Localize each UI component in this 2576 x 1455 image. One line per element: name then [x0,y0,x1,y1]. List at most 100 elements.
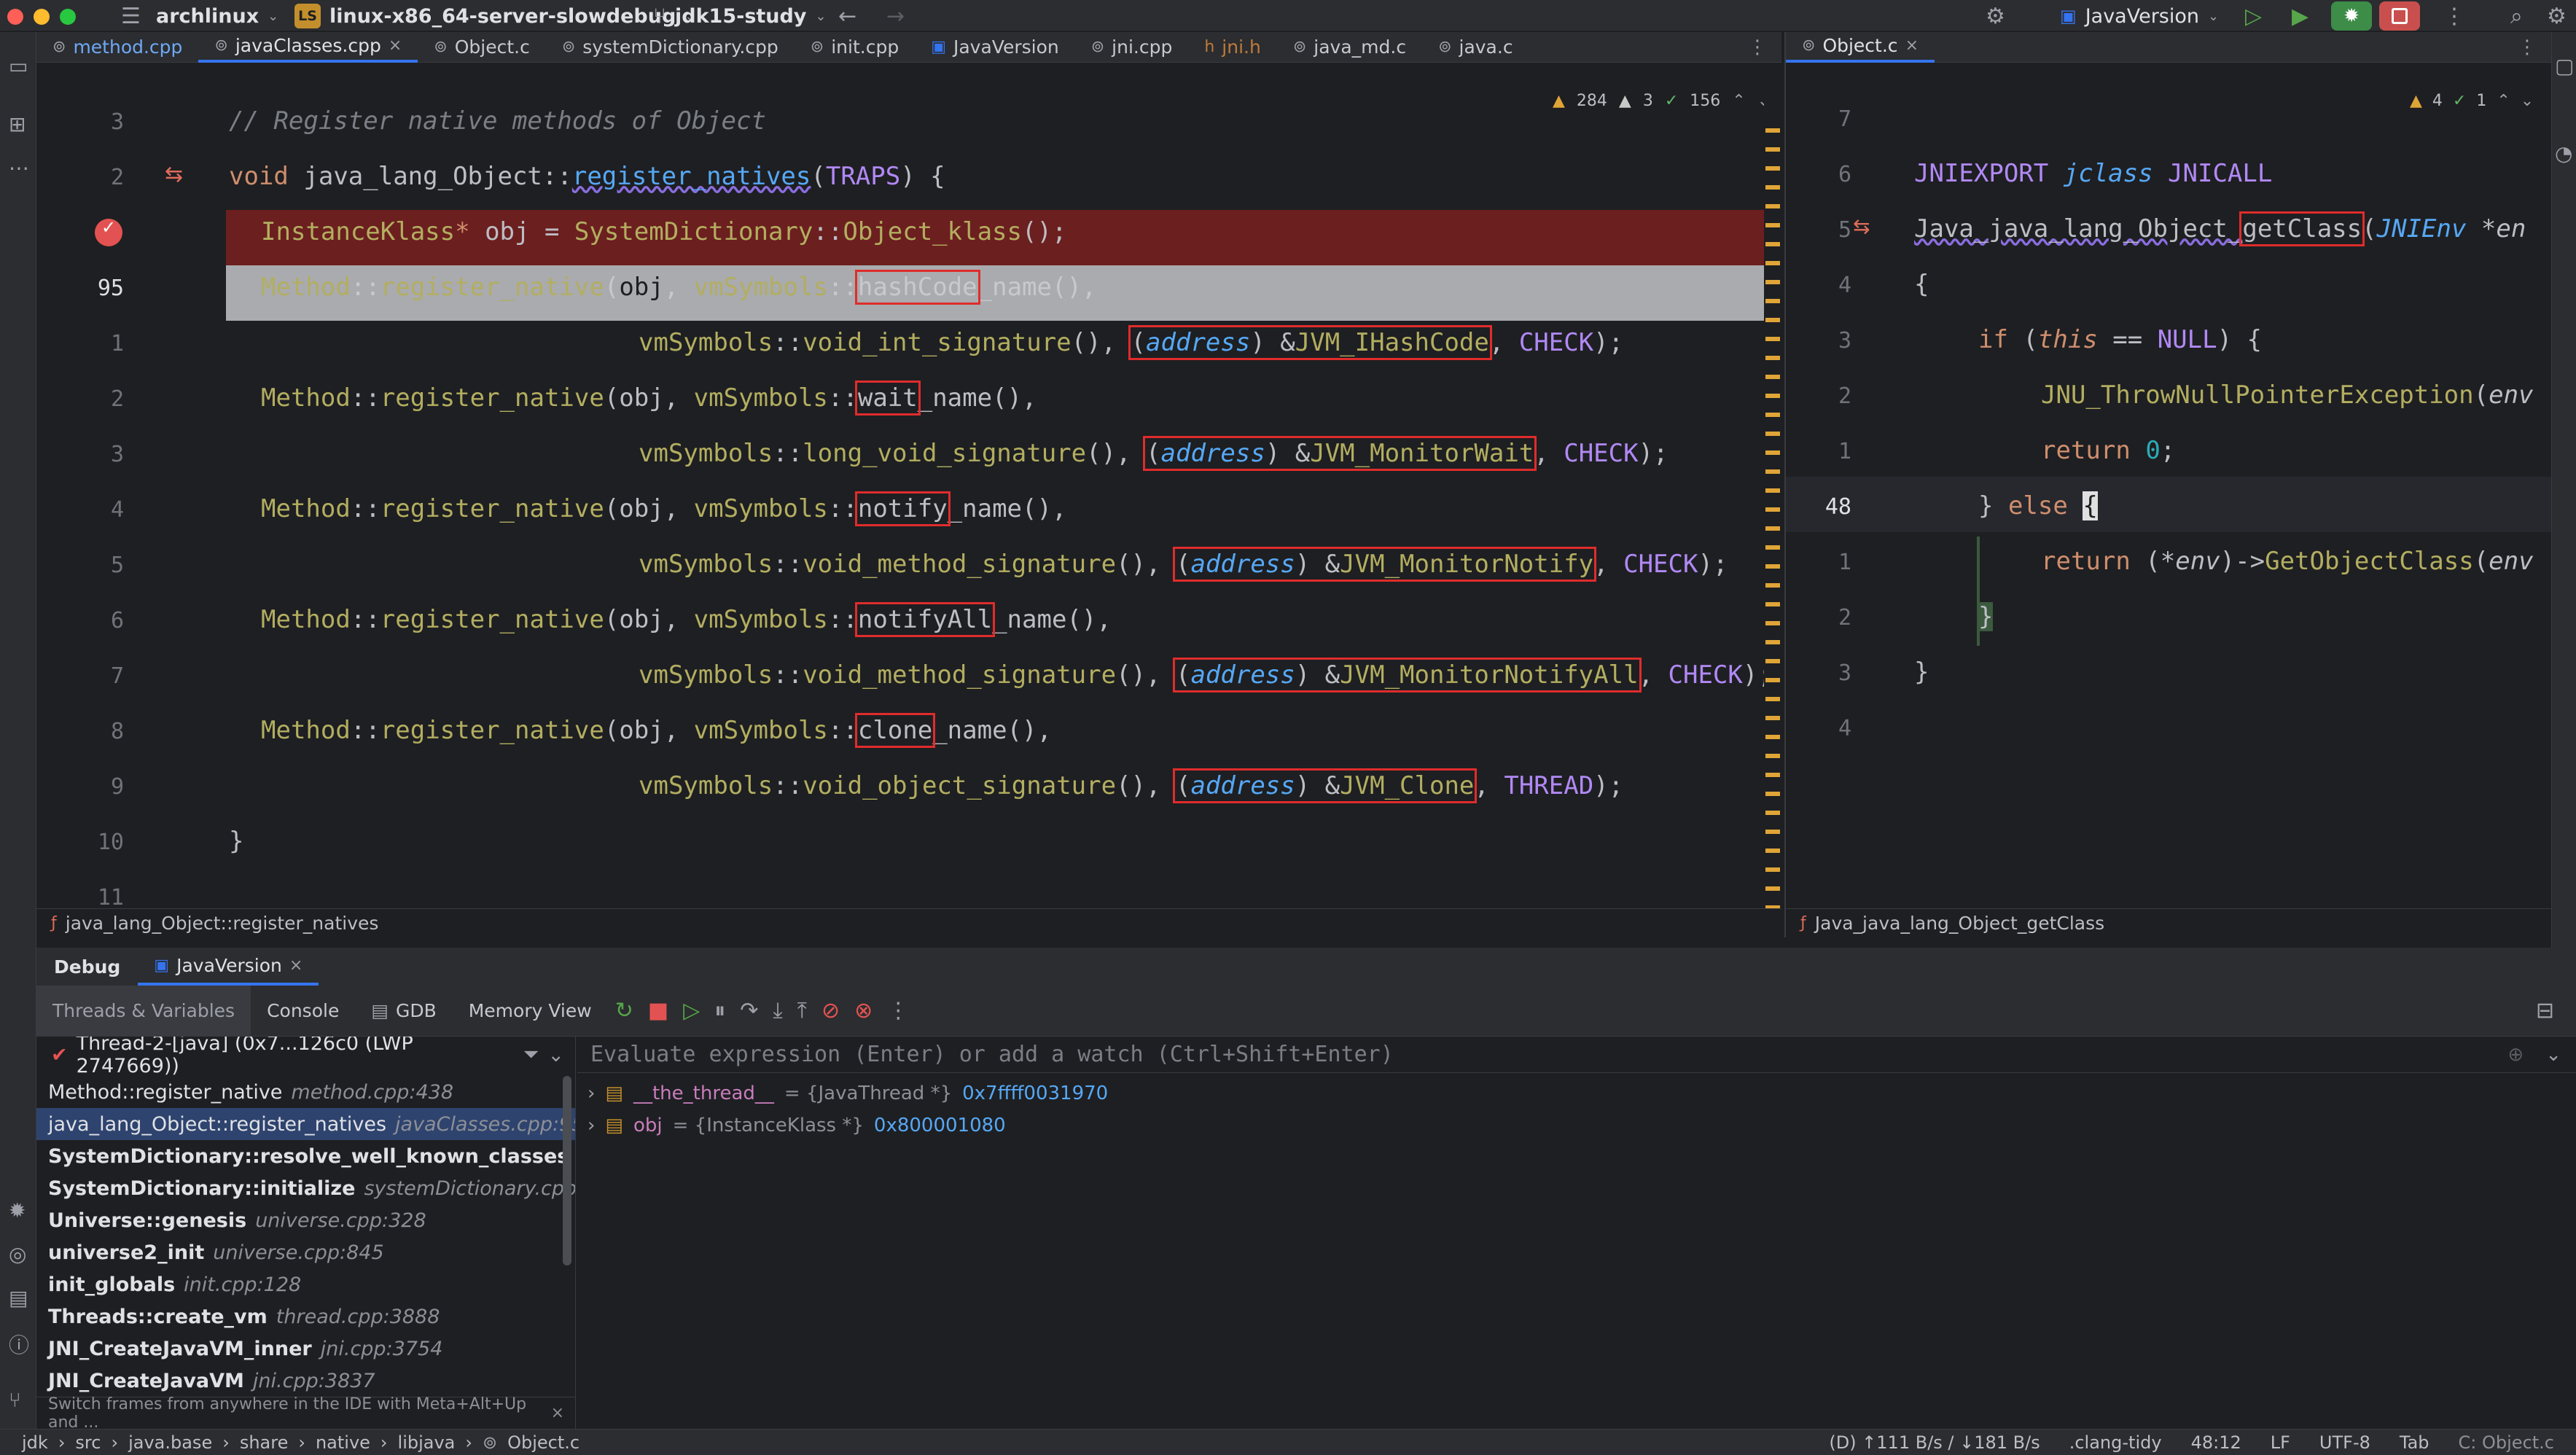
tab-overflow-button[interactable]: ⋮ [2518,36,2551,58]
language-context[interactable]: C: Object.c [2459,1432,2554,1453]
path-segment[interactable]: java.base [128,1432,212,1453]
settings-button[interactable]: ⚙ [2547,0,2567,32]
tab-method-cpp[interactable]: ⊚ method.cpp [36,32,198,63]
thread-selector[interactable]: ✔ Thread-2-[java] (0x7...126c0 (LWP 2747… [36,1037,575,1077]
inspection-widget[interactable]: ▲284 ▲3 ✓156 ⌃ ⌄ [1553,92,1771,110]
file-encoding[interactable]: UTF-8 [2319,1432,2370,1453]
tab-console[interactable]: Console [251,986,355,1037]
left-breadcrumb[interactable]: ƒ java_lang_Object::register_natives [36,908,1781,937]
git-tool-icon[interactable]: ⑂ [9,1388,21,1412]
stop-icon[interactable]: ■ [648,998,668,1023]
tab-jni-h[interactable]: h jni.h [1188,32,1276,63]
maximize-window-button[interactable] [60,9,76,25]
run-button[interactable]: ▶ [2292,0,2308,32]
variable-row[interactable]: › ▤ obj = {InstanceKlass *} 0x800001080 [588,1109,1006,1142]
stack-frame[interactable]: SystemDictionary::initialize systemDictio… [36,1172,575,1204]
minimize-window-button[interactable] [34,9,50,25]
main-menu-button[interactable]: ☰ [121,0,141,32]
chevron-up-icon[interactable]: ⌃ [1732,92,1745,110]
stack-frame[interactable]: JNI_CreateJavaVM jni.cpp:3837 [36,1365,575,1397]
stack-frame[interactable]: Universe::genesis universe.cpp:328 [36,1204,575,1236]
tab-javaclasses-cpp[interactable]: ⊚ javaClasses.cpp × [198,32,418,63]
stack-frame[interactable]: universe2_init universe.cpp:845 [36,1236,575,1268]
tab-jni-cpp[interactable]: ⊚ jni.cpp [1075,32,1189,63]
implementation-marker-icon[interactable]: ⇆ [1853,214,1870,238]
terminal-tool-icon[interactable]: ▤ [9,1286,28,1310]
resume-icon[interactable]: ▷ [683,998,700,1023]
path-segment[interactable]: src [75,1432,101,1453]
chevron-right-icon[interactable]: › [588,1083,595,1104]
right-code-editor[interactable]: ▲ 4 ✓ 1 ⌃ ⌄ 7 6 5 4 3 2 1 48 1 2 3 4 ⇆ JNI… [1784,63,2551,908]
chevron-down-icon[interactable]: ⌄ [2545,1044,2561,1066]
path-segment[interactable]: Object.c [507,1432,579,1453]
services-tool-icon[interactable]: ◎ [9,1242,26,1266]
right-breadcrumb[interactable]: ƒ Java_java_lang_Object_getClass [1784,908,2551,937]
close-tab-icon[interactable]: × [1905,36,1919,55]
error-stripe[interactable] [1764,63,1781,908]
tab-init-cpp[interactable]: ⊚ init.cpp [795,32,915,63]
vcs-branch-selector[interactable]: ⑂ jdk15-study ⌄ [653,0,827,32]
vm-options-button[interactable]: ⚙ [1986,0,2005,32]
search-everywhere-button[interactable]: ⌕ [2510,0,2523,32]
inspection-widget[interactable]: ▲ 4 ✓ 1 ⌃ ⌄ [2410,92,2534,110]
stack-frame[interactable]: init_globals init.cpp:128 [36,1268,575,1300]
path-segment[interactable]: libjava [398,1432,456,1453]
chevron-down-icon[interactable]: ⌄ [547,1044,564,1066]
tab-overflow-button[interactable]: ⋮ [1748,36,1781,58]
layout-icon[interactable]: ⊟ [2536,998,2554,1023]
stack-frame[interactable]: SystemDictionary::resolve_well_known_cla… [36,1140,575,1172]
status-path-breadcrumb[interactable]: jdk › src › java.base › share › native › libj… [0,1432,579,1453]
tab-systemdictionary-cpp[interactable]: ⊚ systemDictionary.cpp [546,32,795,63]
stop-button[interactable] [2379,1,2420,31]
tab-java-c[interactable]: ⊚ java.c [1422,32,1529,63]
view-breakpoints-icon[interactable]: ⊘ [821,998,840,1023]
chevron-right-icon[interactable]: › [588,1115,595,1136]
notifications-icon[interactable]: ▢ [2555,54,2574,78]
breakpoint-icon[interactable]: ✓ [95,217,122,246]
indent-setting[interactable]: Tab [2400,1432,2429,1453]
step-out-icon[interactable]: ⤒ [797,998,807,1023]
path-segment[interactable]: share [240,1432,289,1453]
filter-icon[interactable]: ⏷ [523,1043,539,1066]
ai-assistant-icon[interactable]: ◔ [2555,141,2572,165]
more-vertical-icon[interactable]: ⋮ [887,998,909,1023]
tab-java-md-c[interactable]: ⊚ java_md.c [1277,32,1422,63]
project-selector[interactable]: archlinux ⌄ [156,0,278,32]
linter-status[interactable]: .clang-tidy [2069,1432,2162,1453]
stack-frame[interactable]: Threads::create_vm thread.cpp:3888 [36,1300,575,1333]
resume-button[interactable]: ▷ [2245,0,2262,32]
chevron-down-icon[interactable]: ⌄ [2521,92,2534,110]
left-code-editor[interactable]: ▲284 ▲3 ✓156 ⌃ ⌄ 3 2 95 1 2 3 4 5 6 7 8 … [36,63,1781,908]
line-separator[interactable]: LF [2271,1432,2290,1453]
tab-memory-view[interactable]: Memory View [453,986,608,1037]
debug-button[interactable]: ✹ [2331,1,2372,31]
debug-session-tab[interactable]: ▣ JavaVersion × [138,948,319,986]
close-tab-icon[interactable]: × [389,36,402,55]
structure-tool-icon[interactable]: ⊞ [9,112,26,136]
rerun-icon[interactable]: ↻ [615,998,633,1023]
stack-frame[interactable]: JNI_CreateJavaVM_inner jni.cpp:3754 [36,1333,575,1365]
network-status[interactable]: (D) ↑111 B/s / ↓181 B/s [1829,1432,2040,1453]
close-tab-icon[interactable]: × [289,956,303,975]
path-segment[interactable]: native [316,1432,370,1453]
close-window-button[interactable] [7,9,23,25]
back-button[interactable]: ← [838,0,856,32]
forward-button[interactable]: → [886,0,905,32]
more-tools-icon[interactable]: ⋯ [9,156,29,180]
project-tool-icon[interactable]: ▭ [9,54,28,78]
caret-position[interactable]: 48:12 [2191,1432,2241,1453]
variable-row[interactable]: › ▤ __the_thread__ = {JavaThread *} 0x7f… [588,1077,1108,1109]
path-segment[interactable]: jdk [22,1432,48,1453]
more-actions-button[interactable]: ⋮ [2443,0,2465,32]
run-config-selector[interactable]: ▣ JavaVersion ⌄ [2060,0,2219,32]
tab-object-c[interactable]: ⊚ Object.c [418,32,546,63]
mute-breakpoints-icon[interactable]: ⊗ [854,998,873,1023]
chevron-up-icon[interactable]: ⌃ [2497,92,2510,110]
step-into-icon[interactable]: ⤓ [773,998,782,1023]
implementation-marker-icon[interactable]: ⇆ [165,162,183,187]
debug-tool-icon[interactable]: ✹ [9,1198,26,1222]
tab-javaversion[interactable]: ▣ JavaVersion [915,32,1075,63]
stack-frame[interactable]: java_lang_Object::register_natives javaCl… [36,1108,575,1140]
close-icon[interactable]: × [551,1404,564,1422]
evaluate-expression-field[interactable]: Evaluate expression (Enter) or add a wat… [577,1037,2576,1073]
